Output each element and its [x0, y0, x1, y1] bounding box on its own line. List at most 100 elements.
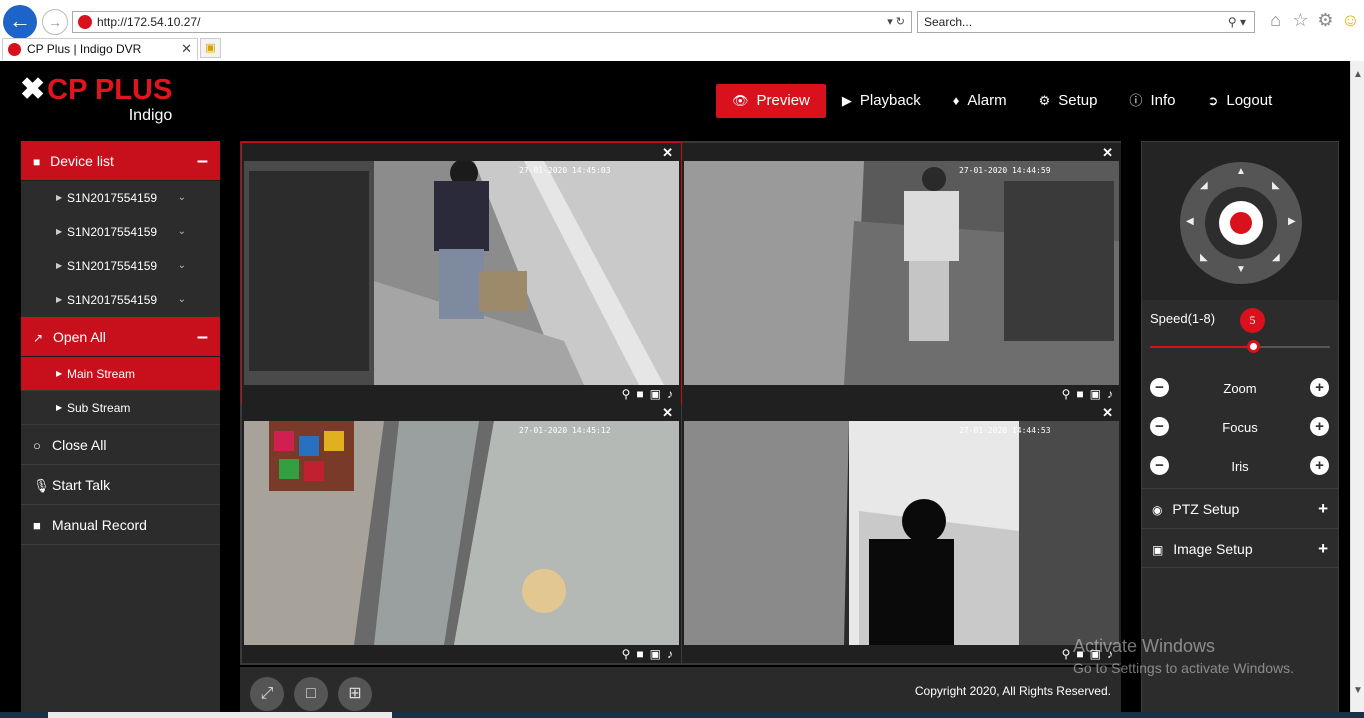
nav-label: Info — [1150, 92, 1176, 109]
ptz-joystick-area: ▲ ▼ ◀ ▶ ◢ ◣ ◣ ◢ — [1142, 142, 1338, 300]
device-item[interactable]: ▶ S1N2017554159 ⌄ — [21, 283, 220, 317]
speed-slider[interactable] — [1150, 340, 1330, 353]
zoom-in-icon[interactable]: ⚲ — [622, 387, 631, 401]
forward-button[interactable]: → — [42, 9, 68, 35]
nav-playback[interactable]: ▶ Playback — [826, 84, 937, 118]
expand-plus-icon[interactable]: + — [1318, 529, 1328, 569]
zoom-in-icon[interactable]: ⚲ — [622, 647, 631, 661]
device-item[interactable]: ▶ S1N2017554159 ⌄ — [21, 249, 220, 283]
address-bar[interactable]: http://172.54.10.27/ ▾ ↻ — [72, 11, 912, 33]
nav-label: Logout — [1226, 92, 1273, 109]
camera-timestamp: 27-01-2020 14:45:03 — [519, 166, 611, 175]
iris-label: Iris — [1231, 459, 1249, 474]
audio-icon[interactable]: ♪ — [667, 387, 673, 401]
record-icon[interactable]: ■ — [636, 387, 643, 401]
camera-view[interactable]: ✕ 27-01-2020 14:44:59 ⚲ ■ ▣ ♪ — [682, 143, 1121, 403]
iris-plus-icon[interactable]: + — [1310, 456, 1329, 475]
device-list-header[interactable]: ■ Device list – — [21, 141, 220, 181]
main-stream-item[interactable]: ▶ Main Stream — [21, 357, 220, 391]
zoom-in-icon[interactable]: + — [1310, 378, 1329, 397]
close-icon[interactable]: ✕ — [1102, 145, 1113, 161]
close-icon[interactable]: ✕ — [662, 405, 673, 421]
taskbar-search[interactable] — [48, 712, 392, 718]
arrow-up-left-icon[interactable]: ◢ — [1200, 180, 1208, 191]
star-icon[interactable]: ☆ — [1291, 10, 1310, 31]
arrow-right-icon[interactable]: ▶ — [1288, 216, 1296, 227]
nav-label: Setup — [1058, 92, 1098, 109]
snapshot-icon[interactable]: ▣ — [1090, 387, 1101, 401]
record-icon[interactable]: ■ — [636, 647, 643, 661]
close-all-button[interactable]: ○ Close All — [21, 425, 220, 465]
ptz-joystick[interactable]: ▲ ▼ ◀ ▶ ◢ ◣ ◣ ◢ — [1180, 162, 1302, 284]
expand-plus-icon[interactable]: + — [1318, 489, 1328, 529]
manual-record-button[interactable]: ■ Manual Record — [21, 505, 220, 545]
nav-logout[interactable]: ➲ Logout — [1191, 84, 1288, 118]
image-icon: ▣ — [1152, 543, 1164, 557]
search-icon[interactable]: ⚲ ▾ — [1228, 12, 1246, 32]
sub-stream-item[interactable]: ▶ Sub Stream — [21, 391, 220, 425]
nav-preview[interactable]: 👁 Preview — [716, 84, 826, 118]
smiley-icon[interactable]: ☺ — [1341, 10, 1360, 31]
device-item[interactable]: ▶ S1N2017554159 ⌄ — [21, 181, 220, 215]
zoom-in-icon[interactable]: ⚲ — [1062, 647, 1071, 661]
image-setup-row[interactable]: ▣ Image Setup + — [1142, 528, 1338, 568]
browser-tab[interactable]: CP Plus | Indigo DVR ✕ — [2, 38, 198, 60]
close-icon[interactable]: ✕ — [1102, 405, 1113, 421]
close-icon[interactable]: ✕ — [662, 145, 673, 161]
gear-icon[interactable]: ⚙ — [1316, 10, 1335, 31]
chevron-down-icon[interactable]: ⌄ — [178, 181, 186, 215]
close-icon[interactable]: ✕ — [181, 39, 192, 59]
start-talk-label: Start Talk — [52, 477, 111, 493]
focus-plus-icon[interactable]: + — [1310, 417, 1329, 436]
collapse-icon[interactable]: – — [197, 317, 208, 357]
camera-view[interactable]: ✕ 27-01-2020 14:45:03 ⚲ ■ ▣ ♪ — [241, 142, 682, 404]
single-view-icon[interactable]: □ — [294, 677, 328, 711]
scroll-down-icon[interactable]: ▼ — [1353, 685, 1363, 696]
quad-view-icon[interactable]: ⊞ — [338, 677, 372, 711]
camera-view[interactable]: ✕ 27-01-2020 14:45:12 ⚲ ■ ▣ ♪ — [242, 403, 681, 663]
chevron-down-icon[interactable]: ⌄ — [178, 283, 186, 317]
zoom-in-icon[interactable]: ⚲ — [1062, 387, 1071, 401]
camera-view[interactable]: ✕ 27-01-2020 14:44:53 ⚲ ■ ▣ ♪ — [682, 403, 1121, 663]
speed-slider-handle[interactable] — [1247, 340, 1260, 353]
bell-icon: ♦ — [952, 93, 960, 108]
caret-right-icon: ▶ — [56, 193, 63, 202]
audio-icon[interactable]: ♪ — [667, 647, 673, 661]
scroll-up-icon[interactable]: ▲ — [1353, 69, 1363, 80]
page-scrollbar[interactable]: ▲ ▼ — [1350, 61, 1364, 718]
gamepad-icon: ◉ — [1152, 503, 1163, 517]
nav-setup[interactable]: ⚙ Setup — [1023, 84, 1114, 118]
logo-brand: CP PLUS — [47, 74, 173, 106]
refresh-icon[interactable]: ▾ ↻ — [887, 12, 905, 32]
snapshot-icon[interactable]: ▣ — [650, 387, 661, 401]
fullscreen-icon[interactable]: ⤢ — [250, 677, 284, 711]
arrow-down-left-icon[interactable]: ◣ — [1200, 252, 1208, 263]
device-item[interactable]: ▶ S1N2017554159 ⌄ — [21, 215, 220, 249]
focus-label: Focus — [1222, 420, 1258, 435]
arrow-down-icon[interactable]: ▼ — [1236, 264, 1246, 275]
start-talk-button[interactable]: 🎙 Start Talk — [21, 465, 220, 505]
joystick-center[interactable] — [1205, 187, 1277, 259]
new-tab-button[interactable]: ▣ — [200, 38, 221, 58]
snapshot-icon[interactable]: ▣ — [650, 647, 661, 661]
browser-chrome: ← → http://172.54.10.27/ ▾ ↻ Search... ⚲… — [0, 0, 1364, 61]
arrow-up-icon[interactable]: ▲ — [1236, 166, 1246, 177]
record-icon[interactable]: ■ — [1076, 387, 1083, 401]
open-all-header[interactable]: ↗ Open All – — [21, 317, 220, 357]
back-button[interactable]: ← — [3, 5, 37, 39]
collapse-icon[interactable]: – — [197, 141, 208, 181]
arrow-left-icon[interactable]: ◀ — [1186, 216, 1194, 227]
audio-icon[interactable]: ♪ — [1107, 387, 1113, 401]
arrow-down-right-icon[interactable]: ◢ — [1272, 252, 1280, 263]
nav-info[interactable]: ⓘ Info — [1113, 84, 1191, 118]
nav-alarm[interactable]: ♦ Alarm — [937, 84, 1023, 118]
chevron-down-icon[interactable]: ⌄ — [178, 249, 186, 283]
chevron-down-icon[interactable]: ⌄ — [178, 215, 186, 249]
arrow-up-right-icon[interactable]: ◣ — [1272, 180, 1280, 191]
browser-toolbar-icons: ⌂ ☆ ⚙ ☺ — [1266, 10, 1360, 31]
logo: ✖ CP PLUS Indigo — [20, 75, 172, 125]
eye-icon: 👁 — [732, 93, 749, 108]
browser-search-box[interactable]: Search... ⚲ ▾ — [917, 11, 1255, 33]
home-icon[interactable]: ⌂ — [1266, 10, 1285, 31]
ptz-setup-row[interactable]: ◉ PTZ Setup + — [1142, 488, 1338, 528]
